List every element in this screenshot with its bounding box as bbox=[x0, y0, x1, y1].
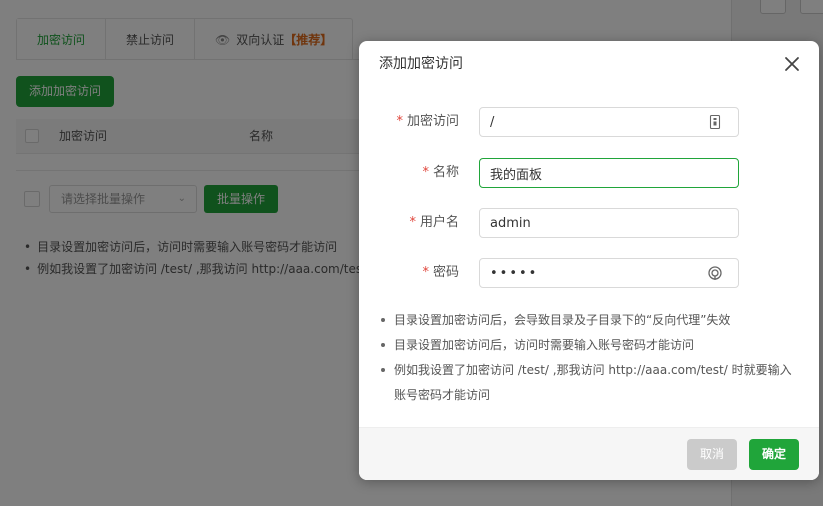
close-icon[interactable] bbox=[781, 53, 803, 75]
username-label: * 用户名 bbox=[409, 215, 459, 230]
password-label: * 密码 bbox=[422, 265, 459, 280]
dialog-notes: 目录设置加密访问后，会导致目录及子目录下的“反向代理”失效 目录设置加密访问后，… bbox=[379, 308, 799, 408]
refresh-icon[interactable] bbox=[707, 265, 723, 281]
confirm-button[interactable]: 确定 bbox=[749, 439, 799, 470]
add-encrypted-access-dialog: 添加加密访问 *加密访问 *名称 *用户名 *密码 目录设置加密访问后，会导致目… bbox=[359, 41, 819, 480]
path-input[interactable] bbox=[479, 107, 739, 137]
dialog-header: 添加加密访问 bbox=[359, 41, 819, 87]
name-input[interactable] bbox=[479, 158, 739, 188]
dialog-title: 添加加密访问 bbox=[379, 56, 463, 72]
form-row-username: * 用户名 bbox=[359, 208, 819, 238]
form-row-name: * 名称 bbox=[359, 158, 819, 188]
form-row-path: * 加密访问 bbox=[359, 107, 819, 137]
list-item: 目录设置加密访问后，访问时需要输入账号密码才能访问 bbox=[379, 333, 799, 358]
path-label: * 加密访问 bbox=[396, 114, 459, 129]
folder-icon[interactable] bbox=[707, 114, 723, 130]
dialog-footer: 取消 确定 bbox=[359, 427, 819, 480]
username-input[interactable] bbox=[479, 208, 739, 238]
form-row-password: * 密码 bbox=[359, 258, 819, 288]
list-item: 目录设置加密访问后，会导致目录及子目录下的“反向代理”失效 bbox=[379, 308, 799, 333]
password-input[interactable] bbox=[479, 258, 739, 288]
cancel-button[interactable]: 取消 bbox=[687, 439, 737, 470]
name-label: * 名称 bbox=[422, 165, 459, 180]
list-item: 例如我设置了加密访问 /test/ ,那我访问 http://aaa.com/t… bbox=[379, 358, 799, 408]
